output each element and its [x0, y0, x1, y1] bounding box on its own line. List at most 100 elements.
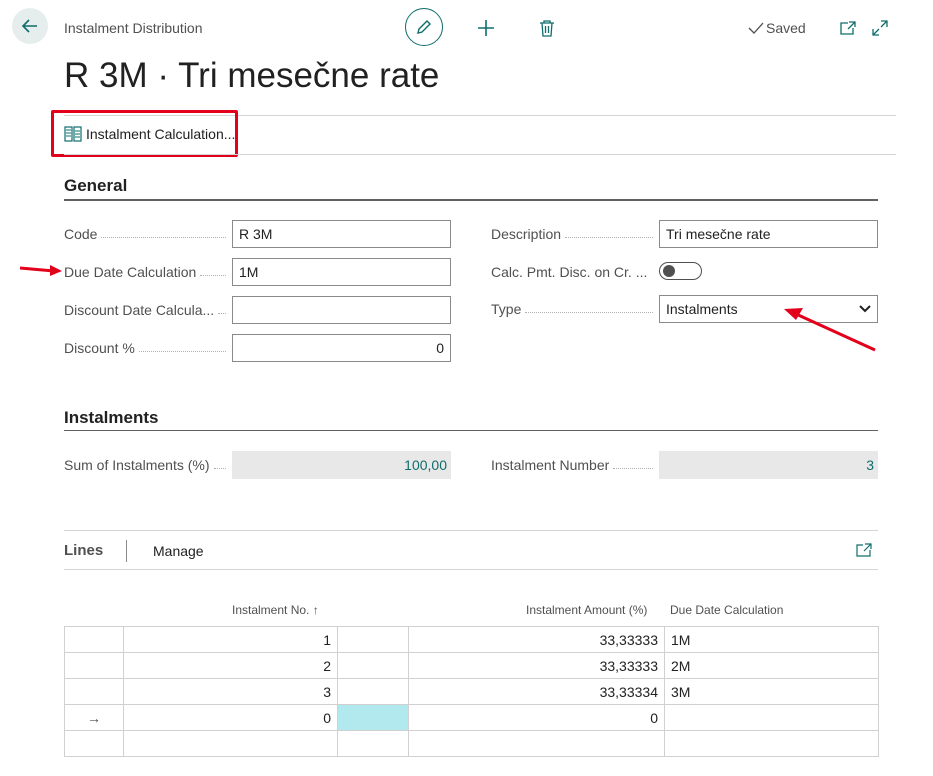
plus-icon [478, 20, 494, 36]
selected-cell[interactable] [337, 704, 409, 731]
annotation-arrow-due-date [19, 265, 62, 276]
discount-pct-label: Discount % [64, 340, 230, 356]
general-section-title: General [64, 176, 128, 195]
due-date-calculation-field[interactable]: 1M [232, 258, 451, 286]
instalment-no-cell[interactable] [123, 730, 338, 757]
leader-dots [218, 306, 226, 314]
open-new-window-icon [840, 21, 856, 35]
annotation-arrow-type [784, 308, 876, 352]
leader-dots [200, 268, 226, 276]
empty-cell[interactable] [337, 730, 409, 757]
row-marker [64, 730, 124, 757]
toggle-knob [663, 265, 675, 277]
instalments-section-rule [64, 430, 878, 431]
leader-dots [213, 461, 226, 469]
row-marker [64, 678, 124, 705]
due-date-calculation-label: Due Date Calculation [64, 264, 230, 280]
tab-separator [126, 540, 127, 562]
col-header-due-date-calc[interactable]: Due Date Calculation [670, 603, 783, 617]
lines-bottom-divider [64, 569, 878, 570]
due-date-cell[interactable] [664, 730, 879, 757]
sum-of-instalments-value: 100,00 [232, 451, 451, 479]
back-button[interactable] [12, 8, 48, 44]
leader-dots [525, 305, 653, 313]
type-select-value: Instalments [666, 301, 738, 317]
row-marker [64, 652, 124, 679]
edit-button[interactable] [405, 8, 443, 46]
description-label: Description [491, 226, 657, 242]
discount-date-calculation-label: Discount Date Calcula... [64, 302, 230, 318]
instalment-amount-cell[interactable]: 33,33333 [408, 652, 665, 679]
discount-date-calculation-label-text: Discount Date Calcula... [64, 302, 215, 318]
back-arrow-icon [21, 19, 37, 33]
sum-of-instalments-label-text: Sum of Instalments (%) [64, 457, 210, 473]
instalment-number-value: 3 [659, 451, 878, 479]
discount-pct-field[interactable]: 0 [232, 334, 451, 362]
instalment-amount-cell[interactable]: 33,33333 [408, 626, 665, 653]
empty-cell[interactable] [337, 626, 409, 653]
table-row[interactable]: → 0 0 [64, 704, 879, 731]
save-status: Saved [748, 20, 806, 36]
instalments-section-title: Instalments [64, 408, 159, 427]
delete-button[interactable] [535, 16, 559, 40]
lines-top-divider [64, 530, 878, 531]
discount-date-calculation-field[interactable] [232, 296, 451, 324]
action-bar-bottom-divider [64, 154, 896, 155]
code-label-text: Code [64, 226, 98, 242]
row-marker: → [64, 704, 124, 731]
row-marker [64, 626, 124, 653]
instalment-no-cell[interactable]: 1 [123, 626, 338, 653]
table-row[interactable] [64, 730, 879, 757]
due-date-cell[interactable] [664, 704, 879, 731]
instalment-no-cell[interactable]: 2 [123, 652, 338, 679]
discount-pct-label-text: Discount % [64, 340, 135, 356]
empty-cell[interactable] [337, 652, 409, 679]
due-date-calculation-label-text: Due Date Calculation [64, 264, 197, 280]
table-row[interactable]: 1 33,33333 1M [64, 626, 879, 653]
table-row[interactable]: 2 33,33333 2M [64, 652, 879, 679]
code-label: Code [64, 226, 230, 242]
expand-icon [872, 20, 888, 36]
expand-part-icon [856, 543, 872, 557]
leader-dots [613, 461, 653, 469]
expand-button[interactable] [868, 16, 892, 40]
instalment-no-cell[interactable]: 3 [123, 678, 338, 705]
pencil-icon [417, 20, 431, 34]
page-title: R 3M · Tri mesečne rate [64, 56, 440, 95]
leader-dots [138, 344, 226, 352]
calc-pmt-disc-label-text: Calc. Pmt. Disc. on Cr. ... [491, 264, 648, 280]
calc-pmt-disc-toggle[interactable] [659, 262, 702, 280]
instalment-amount-cell[interactable]: 0 [408, 704, 665, 731]
type-label-text: Type [491, 301, 522, 317]
expand-part-button[interactable] [852, 538, 876, 562]
open-new-window-button[interactable] [836, 16, 860, 40]
type-label: Type [491, 301, 657, 317]
calc-pmt-disc-label: Calc. Pmt. Disc. on Cr. ... [491, 264, 657, 280]
due-date-cell[interactable]: 2M [664, 652, 879, 679]
new-button[interactable] [474, 16, 498, 40]
manage-tab[interactable]: Manage [153, 543, 204, 559]
annotation-highlight-box [51, 110, 238, 157]
description-field[interactable]: Tri mesečne rate [659, 220, 878, 248]
trash-icon [540, 20, 554, 37]
instalment-amount-cell[interactable] [408, 730, 665, 757]
instalment-number-label-text: Instalment Number [491, 457, 610, 473]
sum-of-instalments-label: Sum of Instalments (%) [64, 457, 230, 473]
lines-grid: 1 33,33333 1M 2 33,33333 2M 3 33,33334 3… [64, 626, 879, 757]
table-row[interactable]: 3 33,33334 3M [64, 678, 879, 705]
save-status-label: Saved [766, 20, 806, 36]
code-field[interactable]: R 3M [232, 220, 451, 248]
instalment-number-label: Instalment Number [491, 457, 657, 473]
leader-dots [101, 230, 226, 238]
general-section-rule [64, 199, 878, 201]
description-label-text: Description [491, 226, 562, 242]
due-date-cell[interactable]: 3M [664, 678, 879, 705]
col-header-instalment-amount[interactable]: Instalment Amount (%) [526, 603, 647, 617]
due-date-cell[interactable]: 1M [664, 626, 879, 653]
page-caption: Instalment Distribution [64, 20, 203, 36]
lines-tab[interactable]: Lines [64, 542, 103, 559]
col-header-instalment-no[interactable]: Instalment No. ↑ [232, 603, 319, 617]
instalment-amount-cell[interactable]: 33,33334 [408, 678, 665, 705]
instalment-no-cell[interactable]: 0 [123, 704, 338, 731]
empty-cell[interactable] [337, 678, 409, 705]
